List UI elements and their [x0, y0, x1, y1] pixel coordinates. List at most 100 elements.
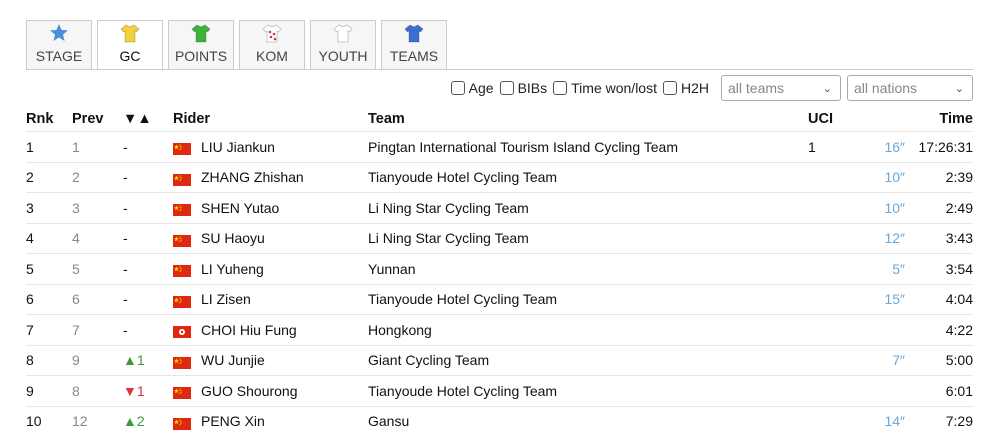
rider-cell: LIU Jiankun	[173, 131, 368, 162]
china-flag-icon	[173, 234, 191, 247]
uci-points-cell	[808, 344, 860, 376]
time-cell: 3:54	[905, 253, 973, 284]
team-name-link[interactable]: Tianyoude Hotel Cycling Team	[368, 291, 557, 307]
rank-change-cell: -	[123, 283, 173, 315]
team-name-link[interactable]: Tianyoude Hotel Cycling Team	[368, 169, 557, 185]
tab-teams[interactable]: TEAMS	[381, 20, 447, 70]
rider-name-link[interactable]: LIU Jiankun	[201, 139, 275, 155]
bonus-seconds-cell	[860, 375, 905, 406]
china-flag-icon	[173, 173, 191, 186]
bibs-checkbox[interactable]: BIBs	[499, 80, 547, 96]
time-won-lost-checkbox[interactable]: Time won/lost	[553, 80, 657, 96]
uci-points-cell	[808, 192, 860, 223]
checkbox-box[interactable]	[662, 81, 677, 95]
header-prev[interactable]: Prev	[72, 107, 123, 132]
rank-cell: 7	[26, 314, 72, 345]
tab-label: POINTS	[174, 48, 228, 64]
header-rider[interactable]: Rider	[173, 107, 368, 132]
rank-cell: 2	[26, 161, 72, 193]
team-name-link[interactable]: Giant Cycling Team	[368, 352, 489, 368]
rank-change-cell: -	[123, 192, 173, 223]
header-uci[interactable]: UCI	[808, 107, 860, 132]
china-flag-icon	[173, 142, 191, 156]
yellow-jersey-icon	[120, 23, 140, 48]
bonus-seconds-cell: 16″	[860, 131, 905, 162]
rider-name-link[interactable]: GUO Shourong	[201, 383, 298, 399]
bonus-seconds-cell: 10″	[860, 161, 905, 193]
rider-cell: PENG Xin	[173, 405, 368, 436]
checkbox-box[interactable]	[553, 81, 568, 95]
table-row: 3 3- SHEN Yutao Li Ning Star Cycling Team 10…	[26, 192, 973, 223]
time-cell: 2:39	[905, 161, 973, 193]
bonus-seconds-cell: 10″	[860, 192, 905, 223]
bonus-seconds-cell: 12″	[860, 222, 905, 254]
rank-change-cell: -	[123, 314, 173, 345]
rank-cell: 3	[26, 192, 72, 223]
h2h-checkbox[interactable]: H2H	[662, 80, 709, 96]
chevron-down-icon: ⌄	[954, 82, 964, 95]
bonus-seconds-cell: 14″	[860, 405, 905, 436]
header-bonus	[860, 107, 905, 132]
prev-rank-cell: 8	[72, 375, 123, 406]
time-won-lost-label: Time won/lost	[571, 80, 657, 96]
rank-change-cell: -	[123, 131, 173, 162]
polka-dot-jersey-icon	[262, 23, 282, 48]
team-name-link[interactable]: Tianyoude Hotel Cycling Team	[368, 383, 557, 399]
rider-name-link[interactable]: SHEN Yutao	[201, 200, 279, 216]
rank-change-cell: ▼1	[123, 375, 173, 406]
prev-rank-cell: 1	[72, 131, 123, 162]
rider-name-link[interactable]: LI Yuheng	[201, 261, 264, 277]
tab-kom[interactable]: KOM	[239, 20, 305, 70]
team-name-link[interactable]: Li Ning Star Cycling Team	[368, 230, 529, 246]
header-rnk[interactable]: Rnk	[26, 107, 72, 132]
header-team[interactable]: Team	[368, 107, 808, 132]
teams-select[interactable]: all teams ⌄	[721, 75, 841, 101]
team-name-link[interactable]: Gansu	[368, 413, 409, 429]
rider-name-link[interactable]: LI Zisen	[201, 291, 251, 307]
team-name-link[interactable]: Pingtan International Tourism Island Cyc…	[368, 139, 678, 155]
rider-name-link[interactable]: WU Junjie	[201, 352, 265, 368]
table-row: 9 8 ▼1 GUO Shourong Tianyoude Hotel Cycling …	[26, 375, 973, 406]
team-cell: Hongkong	[368, 314, 808, 345]
time-cell: 3:43	[905, 222, 973, 254]
age-label: Age	[468, 80, 494, 96]
nations-select[interactable]: all nations ⌄	[847, 75, 973, 101]
tab-label: TEAMS	[389, 48, 439, 64]
team-name-link[interactable]: Hongkong	[368, 322, 432, 338]
team-cell: Tianyoude Hotel Cycling Team	[368, 375, 808, 406]
green-jersey-icon	[191, 23, 211, 48]
uci-points-cell: 1	[808, 131, 860, 162]
table-header-row: Rnk Prev ▼▲ Rider Team UCI Time	[26, 107, 973, 132]
rider-name-link[interactable]: SU Haoyu	[201, 230, 265, 246]
rider-cell: LI Yuheng	[173, 253, 368, 284]
prev-rank-cell: 5	[72, 253, 123, 284]
rider-cell: WU Junjie	[173, 344, 368, 376]
checkbox-box[interactable]	[499, 81, 514, 95]
team-name-link[interactable]: Yunnan	[368, 261, 416, 277]
tab-stage[interactable]: STAGE	[26, 20, 92, 70]
tab-gc[interactable]: GC	[97, 20, 163, 70]
team-cell: Li Ning Star Cycling Team	[368, 192, 808, 223]
tab-youth[interactable]: YOUTH	[310, 20, 376, 70]
header-change[interactable]: ▼▲	[123, 107, 173, 132]
team-name-link[interactable]: Li Ning Star Cycling Team	[368, 200, 529, 216]
table-row: 2 2- ZHANG Zhishan Tianyoude Hotel Cycling …	[26, 161, 973, 193]
team-cell: Li Ning Star Cycling Team	[368, 222, 808, 254]
table-row: 4 4- SU Haoyu Li Ning Star Cycling Team 12″ 3…	[26, 222, 973, 254]
rider-name-link[interactable]: CHOI Hiu Fung	[201, 322, 297, 338]
white-jersey-icon	[333, 23, 353, 48]
nations-select-value: all nations	[854, 80, 918, 96]
checkbox-box[interactable]	[450, 81, 465, 95]
team-cell: Pingtan International Tourism Island Cyc…	[368, 131, 808, 162]
team-cell: Yunnan	[368, 253, 808, 284]
header-time[interactable]: Time	[905, 107, 973, 132]
rider-name-link[interactable]: PENG Xin	[201, 413, 265, 429]
uci-points-cell	[808, 253, 860, 284]
hong-kong-flag-icon	[173, 325, 191, 339]
age-checkbox[interactable]: Age	[450, 80, 494, 96]
filter-bar: Age BIBs Time won/lost H2H all teams ⌄ al…	[450, 75, 973, 101]
time-cell: 2:49	[905, 192, 973, 223]
prev-rank-cell: 7	[72, 314, 123, 345]
tab-points[interactable]: POINTS	[168, 20, 234, 70]
rider-name-link[interactable]: ZHANG Zhishan	[201, 169, 304, 185]
